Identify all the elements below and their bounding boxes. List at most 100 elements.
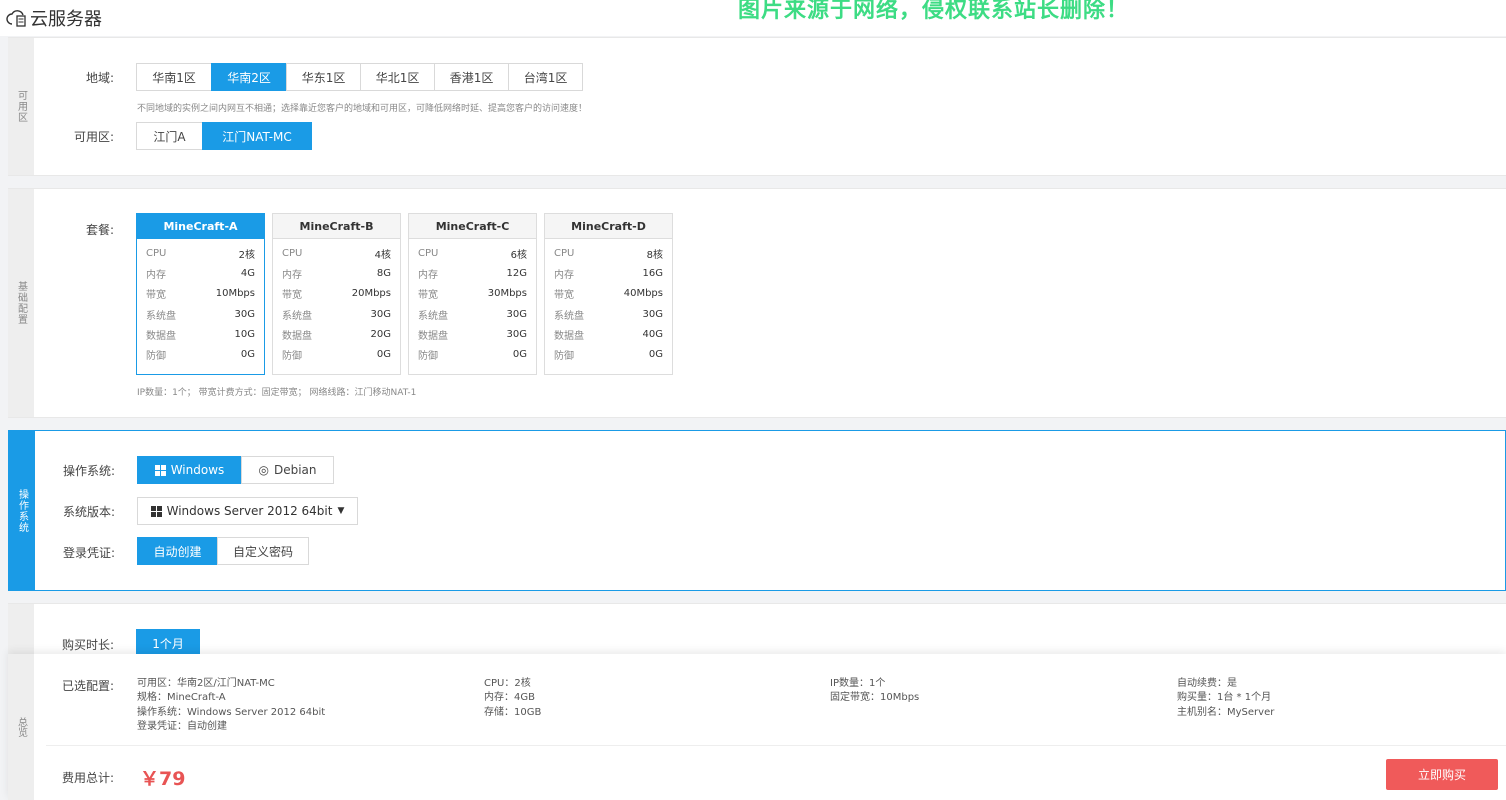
cred-option-auto[interactable]: 自动创建	[137, 537, 218, 565]
plan-spec-value: 40Mbps	[623, 288, 663, 300]
plan-spec-key: 系统盘	[418, 310, 448, 322]
plan-spec-key: 数据盘	[418, 330, 448, 342]
plan-spec-row: 防御 0G	[418, 344, 527, 364]
os-option-windows-label: Windows	[170, 463, 225, 477]
plan-spec-key: 内存	[146, 269, 166, 281]
plan-card-title: MineCraft-A	[137, 214, 264, 239]
plan-spec-row: 数据盘 30G	[418, 324, 527, 344]
region-option[interactable]: 华南1区	[136, 63, 212, 91]
plan-spec-key: 防御	[418, 351, 438, 363]
plan-card[interactable]: MineCraft-A CPU 2核 内存 4G 带宽 10Mbps 系统盘 30G 数据盘 10G…	[136, 213, 265, 375]
region-option[interactable]: 华南2区	[211, 63, 287, 91]
os-section: 操作系统 操作系统: Windows ◎ Debian 系统版本: Window…	[8, 430, 1506, 591]
plan-spec-key: CPU	[554, 247, 575, 259]
plan-card[interactable]: MineCraft-B CPU 4核 内存 8G 带宽 20Mbps 系统盘 30G 数据盘 20G…	[272, 213, 401, 375]
config-section: 基础配置 套餐: MineCraft-A CPU 2核 内存 4G 带宽 10Mbps 系统盘…	[8, 188, 1506, 418]
plan-spec-key: 系统盘	[282, 310, 312, 322]
plan-spec-row: 内存 4G	[146, 263, 255, 283]
plan-card[interactable]: MineCraft-C CPU 6核 内存 12G 带宽 30Mbps 系统盘 30G 数据盘 30…	[408, 213, 537, 375]
plan-spec-key: 数据盘	[146, 330, 176, 342]
plan-spec-value: 30G	[506, 308, 527, 320]
selected-config-label: 已选配置:	[61, 679, 114, 693]
plan-spec-value: 30G	[234, 308, 255, 320]
version-dropdown-value: Windows Server 2012 64bit	[166, 504, 333, 518]
summary-col-2: CPU：2核 内存：4GB 存储：10GB	[484, 677, 541, 720]
plan-card-title: MineCraft-D	[545, 214, 672, 239]
summary-divider	[46, 745, 1506, 746]
plan-spec-list: CPU 8核 内存 16G 带宽 40Mbps 系统盘 30G 数据盘 40G 防御 0G	[545, 239, 672, 365]
zone-option[interactable]: 江门NAT-MC	[202, 122, 312, 150]
plan-spec-value: 30G	[506, 328, 527, 340]
plan-spec-row: 系统盘 30G	[282, 304, 391, 324]
summary-panel: 总览 已选配置: 可用区：华南2区/江门NAT-MC 规格：MineCraft-A…	[8, 654, 1506, 800]
plan-spec-key: 内存	[418, 269, 438, 281]
debian-icon: ◎	[258, 463, 269, 477]
cred-option-custom[interactable]: 自定义密码	[217, 537, 309, 565]
plan-spec-key: 系统盘	[554, 310, 584, 322]
plan-card-title: MineCraft-C	[409, 214, 536, 239]
plan-card[interactable]: MineCraft-D CPU 8核 内存 16G 带宽 40Mbps 系统盘 30G 数据盘 40…	[544, 213, 673, 375]
plan-spec-row: CPU 2核	[146, 243, 255, 263]
plan-spec-row: CPU 4核	[282, 243, 391, 263]
region-option[interactable]: 华北1区	[360, 63, 435, 91]
plan-spec-key: CPU	[418, 247, 439, 259]
plan-spec-value: 8核	[646, 249, 663, 261]
plan-spec-row: 内存 12G	[418, 263, 527, 283]
plan-spec-row: 数据盘 40G	[554, 324, 663, 344]
summary-item: 规格：MineCraft-A	[137, 692, 226, 704]
plan-spec-row: 数据盘 10G	[146, 324, 255, 344]
total-label: 费用总计:	[61, 771, 114, 785]
summary-col-1: 可用区：华南2区/江门NAT-MC 规格：MineCraft-A 操作系统：Wind…	[137, 677, 325, 734]
buy-now-button[interactable]: 立即购买	[1386, 759, 1498, 790]
plan-spec-row: 带宽 40Mbps	[554, 284, 663, 304]
os-side-label: 操作系统	[16, 488, 28, 533]
summary-item: 存储：10GB	[484, 706, 542, 718]
plan-spec-key: 带宽	[554, 290, 574, 302]
summary-col-4: 自动续费：是 购买量：1台 * 1个月 主机别名：MyServer	[1177, 677, 1274, 720]
version-label: 系统版本:	[62, 505, 115, 519]
total-price: ￥79	[140, 768, 186, 790]
plan-spec-key: 防御	[146, 351, 166, 363]
plan-spec-key: 防御	[282, 351, 302, 363]
region-option[interactable]: 华东1区	[286, 63, 361, 91]
summary-item: 内存：4GB	[484, 692, 535, 704]
summary-side: 总览	[8, 654, 34, 800]
cred-selector: 自动创建 自定义密码	[137, 537, 309, 565]
plan-spec-row: 内存 8G	[282, 263, 391, 283]
plan-spec-list: CPU 6核 内存 12G 带宽 30Mbps 系统盘 30G 数据盘 30G 防御 0G	[409, 239, 536, 365]
summary-item: CPU：2核	[484, 678, 531, 689]
plan-spec-value: 8G	[376, 267, 391, 279]
plan-spec-row: 系统盘 30G	[554, 304, 663, 324]
zone-label: 可用区:	[73, 130, 114, 144]
plan-spec-key: 内存	[554, 269, 574, 281]
plan-spec-row: CPU 8核	[554, 243, 663, 263]
region-option[interactable]: 台湾1区	[508, 63, 583, 91]
region-section-side: 可用区	[8, 38, 34, 175]
region-option[interactable]: 香港1区	[434, 63, 509, 91]
windows-icon	[150, 505, 162, 517]
caret-down-icon: ▼	[337, 506, 345, 516]
plan-spec-value: 0G	[376, 349, 391, 361]
summary-item: 登录凭证：自动创建	[137, 720, 227, 732]
plan-note: IP数量：1个； 带宽计费方式：固定带宽； 网络线路：江门移动NAT-1	[137, 388, 417, 398]
plan-spec-key: CPU	[146, 247, 167, 259]
region-selector: 华南1区 华南2区 华东1区 华北1区 香港1区 台湾1区	[136, 63, 583, 91]
plan-spec-value: 20Mbps	[351, 288, 391, 300]
os-option-windows[interactable]: Windows	[137, 456, 242, 484]
region-hint: 不同地域的实例之间内网互不相通；选择靠近您客户的地域和可用区，可降低网络时延、提…	[137, 104, 588, 114]
plan-spec-value: 10Mbps	[215, 288, 255, 300]
duration-option-1month[interactable]: 1个月	[136, 629, 200, 657]
plan-spec-key: 带宽	[282, 290, 302, 302]
version-dropdown[interactable]: Windows Server 2012 64bit ▼	[137, 497, 358, 525]
config-side-label: 基础配置	[15, 281, 27, 325]
summary-side-label: 总览	[15, 717, 27, 737]
plan-spec-row: CPU 6核	[418, 243, 527, 263]
plan-spec-row: 系统盘 30G	[146, 304, 255, 324]
plan-spec-key: 带宽	[418, 290, 438, 302]
plan-spec-value: 20G	[370, 328, 391, 340]
version-dropdown-wrap: Windows Server 2012 64bit ▼	[137, 497, 358, 525]
cred-label: 登录凭证:	[62, 546, 115, 560]
config-section-side: 基础配置	[8, 189, 34, 417]
os-option-debian[interactable]: ◎ Debian	[241, 456, 334, 484]
zone-option[interactable]: 江门A	[136, 122, 203, 150]
